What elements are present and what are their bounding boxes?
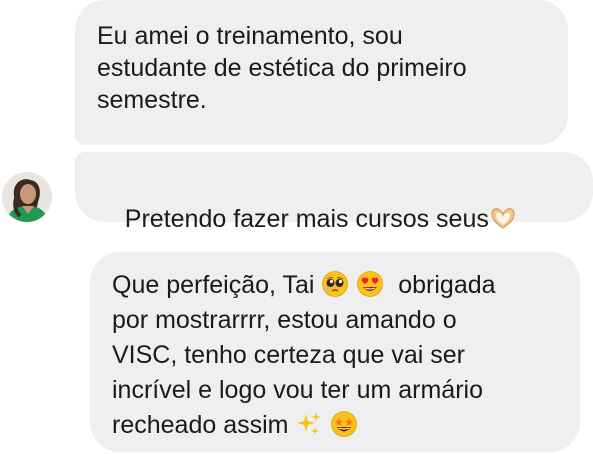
pleading-face-emoji	[321, 270, 349, 298]
message-text-line1-tail: obrigada	[384, 271, 496, 299]
heart-hands-emoji	[489, 204, 517, 232]
sparkles-emoji	[295, 410, 323, 438]
chat-thread: Eu amei o treinamento, sou estudante de …	[0, 0, 593, 454]
star-struck-emoji	[330, 410, 358, 438]
message-text-line1: Que perfeição, Tai	[112, 271, 322, 299]
heart-eyes-emoji	[356, 270, 384, 298]
avatar[interactable]	[2, 172, 52, 222]
message-text: Pretendo fazer mais cursos seus	[124, 205, 489, 233]
message-bubble-1[interactable]: Eu amei o treinamento, sou estudante de …	[75, 0, 568, 145]
message-bubble-3[interactable]: Que perfeição, Tai obrigada por mostrarr…	[90, 252, 580, 452]
message-bubble-2[interactable]: Pretendo fazer mais cursos seus	[75, 152, 593, 233]
